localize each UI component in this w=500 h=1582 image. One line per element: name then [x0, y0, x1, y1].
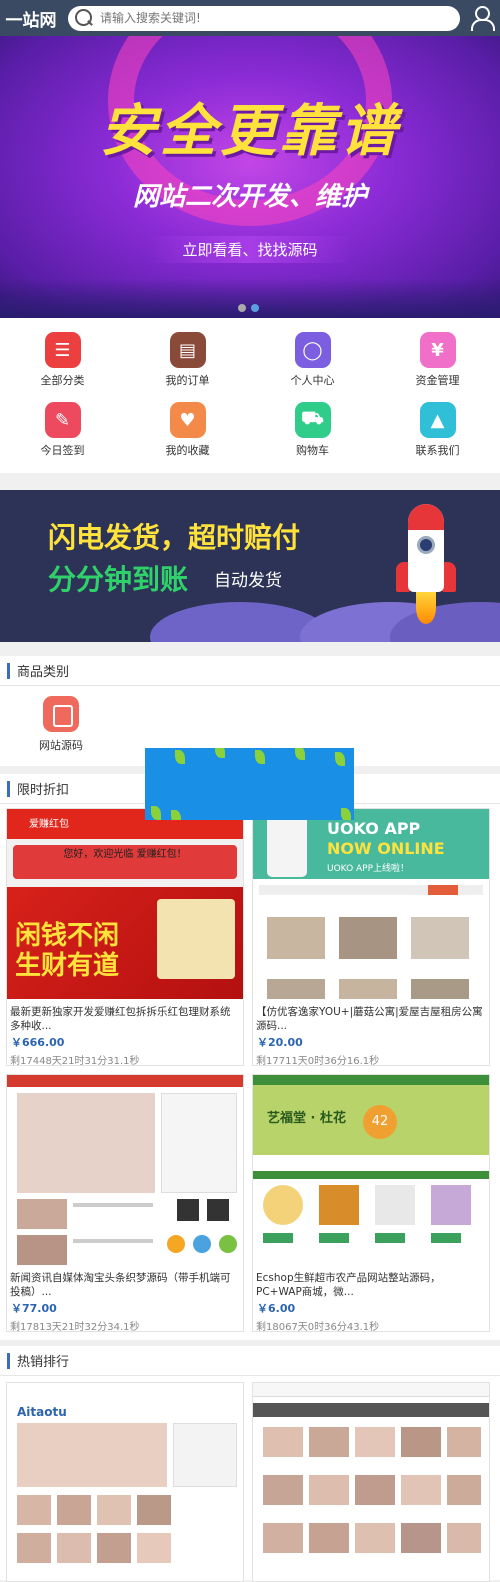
menu-label: 购物车 [296, 444, 329, 457]
product-image[interactable] [7, 1075, 243, 1265]
list-icon: ☰ [44, 332, 81, 368]
section-header: 热销排行 [0, 1346, 500, 1376]
product-countdown: 剩17813天21时32分34.1秒 [10, 1322, 140, 1333]
search-bar[interactable] [68, 5, 460, 31]
graduation-cap-icon: ▲ [419, 402, 456, 438]
product-price: ￥20.00 [257, 1036, 303, 1049]
section-title: 商品类别 [17, 665, 70, 680]
section-title: 热销排行 [17, 1355, 70, 1370]
menu-item-cart[interactable]: ⛟ 购物车 [250, 388, 375, 460]
product-card[interactable]: Aitaotu [6, 1382, 244, 1582]
product-countdown: 剩17711天0时36分16.1秒 [256, 1056, 380, 1067]
product-name[interactable]: 最新更新独家开发爱赚红包拆拆乐红包理财系统多种收... [7, 999, 243, 1031]
product-countdown: 剩17448天21时31分31.1秒 [10, 1056, 140, 1067]
promo-line-3: 自动发货 [214, 571, 282, 591]
menu-item-all-categories[interactable]: ☰ 全部分类 [0, 318, 125, 390]
leaf-decoration [215, 748, 225, 758]
promo-line-1: 闪电发货，超时赔付 [48, 521, 301, 554]
banner-floor-decoration [0, 278, 500, 318]
banner-cta[interactable]: 立即看看、找找源码 [150, 236, 350, 263]
banner-subline: 网站二次开发、维护 [132, 182, 367, 212]
menu-item-user-center[interactable]: ◯ 个人中心 [250, 318, 375, 390]
product-card[interactable]: 爱赚红包 您好，欢迎光临 爱赚红包！ 闲钱不闲 生财有道 最新更新独家开发爱赚红… [6, 808, 244, 1067]
rocket-icon [396, 504, 456, 624]
cart-icon: ⛟ [294, 402, 331, 438]
product-image[interactable]: 艺福堂 · 杜花 42 [253, 1075, 489, 1265]
clipboard-icon: ▤ [169, 332, 206, 368]
leaf-decoration [151, 806, 161, 820]
thumb-text: 42 [363, 1105, 397, 1139]
leaf-decoration [175, 750, 185, 764]
product-price: ￥6.00 [257, 1302, 296, 1315]
thumb-text: 爱赚红包 [29, 819, 69, 830]
user-icon: ◯ [294, 332, 331, 368]
menu-label: 资金管理 [415, 374, 460, 387]
product-image[interactable] [253, 1383, 489, 1581]
user-icon[interactable] [470, 6, 495, 31]
flash-sale-section: 限时折扣 爱赚红包 您好，欢迎光临 爱赚红包！ 闲钱不闲 生财有道 最新更新独家… [0, 774, 500, 1340]
menu-item-favorites[interactable]: ♥ 我的收藏 [125, 388, 250, 460]
menu-label: 我的订单 [165, 374, 210, 387]
hot-ranking-section: 热销排行 Aitaotu [0, 1346, 500, 1582]
menu-item-my-orders[interactable]: ▤ 我的订单 [125, 318, 250, 390]
category-label: 网站源码 [39, 739, 83, 752]
product-card[interactable]: 艺福堂 · 杜花 42 Ecshop生鲜超市农产品网站整站源码，PC+WAP商城… [252, 1074, 490, 1333]
leaf-decoration [341, 808, 351, 820]
banner-dot[interactable] [238, 304, 246, 312]
menu-item-checkin[interactable]: ✎ 今日签到 [0, 388, 125, 460]
thumb-text: 闲钱不闲 生财有道 [15, 921, 120, 981]
leaf-decoration [335, 752, 345, 766]
product-name[interactable]: Ecshop生鲜超市农产品网站整站源码，PC+WAP商城，微... [253, 1265, 489, 1297]
promo-line-2: 分分钟到账 [48, 563, 189, 596]
banner-pagination [238, 304, 259, 312]
product-image[interactable]: UOKO APP NOW ONLINE UOKO APP上线啦！ [253, 809, 489, 999]
banner-dot-active[interactable] [251, 304, 259, 312]
product-countdown: 剩18067天0时36分43.1秒 [256, 1322, 380, 1333]
product-card[interactable] [252, 1382, 490, 1582]
menu-label: 全部分类 [40, 374, 85, 387]
section-header: 商品类别 [0, 656, 500, 686]
floating-ad[interactable] [145, 748, 354, 820]
leaf-decoration [171, 810, 181, 820]
product-image[interactable]: Aitaotu [7, 1383, 243, 1581]
product-card[interactable]: 新闻资讯自媒体淘宝头条织梦源码（带手机端可投稿）... ￥77.00 剩1781… [6, 1074, 244, 1333]
menu-label: 今日签到 [40, 444, 85, 457]
leaf-decoration [255, 750, 265, 764]
product-name[interactable]: 【仿优客逸家YOU+|蘑菇公寓|爱屋吉屋租房公寓源码... [253, 999, 489, 1031]
thumb-text: Aitaotu [17, 1405, 67, 1419]
section-title: 限时折扣 [17, 783, 70, 798]
category-item-website-source[interactable]: 网站源码 [36, 696, 86, 753]
quick-menu: ☰ 全部分类 ▤ 我的订单 ◯ 个人中心 ¥ 资金管理 ✎ 今日签到 ♥ 我的收… [0, 318, 500, 473]
menu-label: 我的收藏 [165, 444, 210, 457]
product-name[interactable]: 新闻资讯自媒体淘宝头条织梦源码（带手机端可投稿）... [7, 1265, 243, 1297]
search-input[interactable] [100, 11, 440, 25]
site-logo[interactable]: 一站网 [0, 0, 62, 36]
product-image[interactable]: 爱赚红包 您好，欢迎光临 爱赚红包！ 闲钱不闲 生财有道 [7, 809, 243, 999]
banner-headline: 安全更靠谱 [100, 99, 400, 164]
menu-label: 联系我们 [415, 444, 460, 457]
thumb-text: 艺福堂 · 杜花 [267, 1111, 346, 1126]
promo-banner[interactable]: 闪电发货，超时赔付 分分钟到账 自动发货 [0, 490, 500, 642]
thumb-text: UOKO APP上线啦！ [327, 864, 410, 874]
heart-icon: ♥ [169, 402, 206, 438]
product-price: ￥666.00 [11, 1036, 65, 1049]
thumb-text: 您好，欢迎光临 爱赚红包！ [13, 845, 237, 879]
product-card[interactable]: UOKO APP NOW ONLINE UOKO APP上线啦！ 【仿优客逸家Y… [252, 808, 490, 1067]
product-price: ￥77.00 [11, 1302, 57, 1315]
wallet-icon [43, 696, 79, 732]
thumb-text: UOKO APP [327, 819, 421, 838]
pen-icon: ✎ [44, 402, 81, 438]
main-banner[interactable]: 安全更靠谱 网站二次开发、维护 立即看看、找找源码 [0, 36, 500, 318]
top-header: 一站网 [0, 0, 500, 36]
leaf-decoration [295, 748, 305, 760]
search-icon[interactable] [74, 8, 94, 28]
yen-icon: ¥ [419, 332, 456, 368]
menu-item-contact[interactable]: ▲ 联系我们 [375, 388, 500, 460]
menu-item-funds[interactable]: ¥ 资金管理 [375, 318, 500, 390]
menu-label: 个人中心 [290, 374, 335, 387]
thumb-text: NOW ONLINE [327, 839, 445, 858]
